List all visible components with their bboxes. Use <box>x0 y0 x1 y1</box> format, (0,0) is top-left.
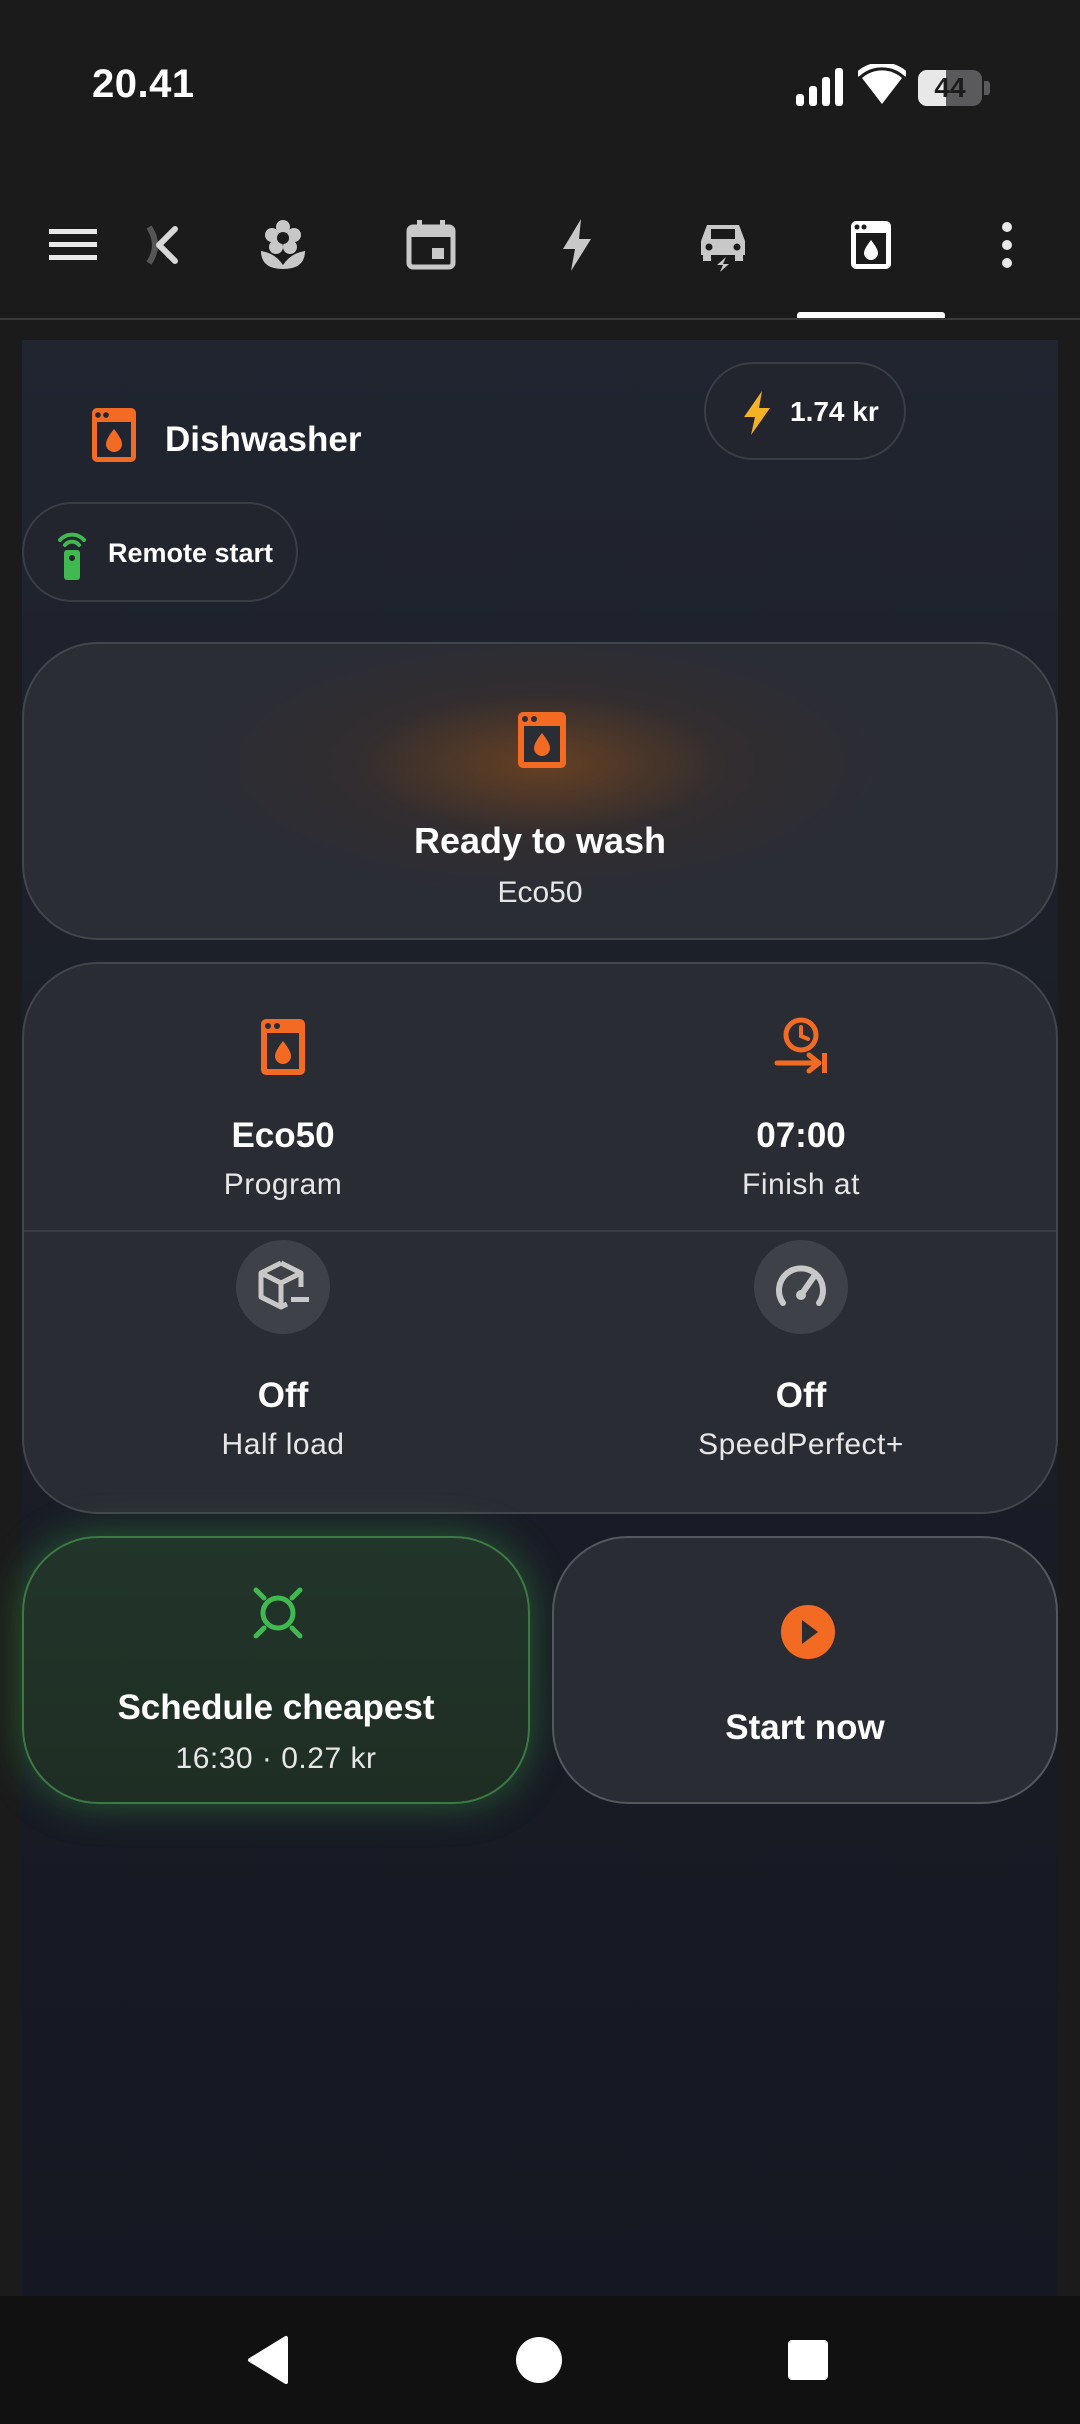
half-load-value: Off <box>257 1376 309 1415</box>
dishwasher-icon <box>518 712 566 768</box>
start-title: Start now <box>725 1708 885 1747</box>
schedule-detail: 16:30 · 0.27 kr <box>175 1742 377 1775</box>
speed-value: Off <box>775 1376 827 1415</box>
schedule-cheapest-icon <box>253 1587 303 1639</box>
half-load-setting[interactable]: Off Half load <box>24 1240 542 1512</box>
speedometer-icon <box>776 1265 826 1306</box>
program-label: Program <box>223 1168 343 1201</box>
program-value: Eco50 <box>231 1116 335 1155</box>
tab-back[interactable] <box>118 200 208 290</box>
wifi-icon <box>858 64 906 104</box>
status-title: Ready to wash <box>413 820 667 861</box>
finish-value: 07:00 <box>756 1116 846 1155</box>
more-options-button[interactable] <box>962 200 1052 290</box>
half-load-label: Half load <box>221 1428 345 1461</box>
program-setting[interactable]: Eco50 Program <box>24 964 542 1240</box>
half-load-box-icon <box>258 1260 309 1310</box>
nav-recents-button[interactable] <box>766 2318 850 2402</box>
remote-control-icon <box>58 532 86 580</box>
speedperfect-setting[interactable]: Off SpeedPerfect+ <box>542 1240 1056 1512</box>
schedule-title: Schedule cheapest <box>117 1688 435 1727</box>
recents-square-icon <box>788 2340 828 2380</box>
nav-back-button[interactable] <box>228 2318 312 2402</box>
grid-divider <box>24 1230 1056 1232</box>
lightning-icon <box>563 219 591 271</box>
tab-selected-indicator <box>797 312 945 318</box>
flower-icon <box>261 220 305 269</box>
tab-car[interactable] <box>678 200 768 290</box>
home-circle-icon <box>516 2337 562 2383</box>
back-chevron-icon <box>146 225 178 265</box>
dishwasher-panel: Dishwasher 1.74 kr Remote start Ready to… <box>22 340 1058 2296</box>
remote-start-chip[interactable]: Remote start <box>22 502 298 602</box>
dishwasher-icon <box>851 221 891 269</box>
calendar-icon <box>406 220 456 270</box>
more-vert-icon <box>1002 222 1012 268</box>
price-chip[interactable]: 1.74 kr <box>704 362 906 460</box>
half-load-icon-wrap <box>236 1240 330 1334</box>
tab-garden[interactable] <box>238 200 328 290</box>
dishwasher-icon <box>261 1019 305 1075</box>
nav-home-button[interactable] <box>497 2318 581 2402</box>
speed-label: SpeedPerfect+ <box>698 1428 904 1461</box>
car-charging-icon <box>701 225 745 272</box>
battery-indicator: 44 <box>918 70 990 106</box>
status-time: 20.41 <box>92 62 195 106</box>
status-bar: 20.41 44 <box>0 0 1080 170</box>
start-now-button[interactable]: Start now <box>552 1536 1058 1804</box>
status-card: Ready to wash Eco50 <box>22 642 1058 940</box>
schedule-cheapest-button[interactable]: Schedule cheapest 16:30 · 0.27 kr <box>22 1536 530 1804</box>
finish-icon-wrap <box>754 1000 848 1094</box>
remote-start-label: Remote start <box>108 538 274 568</box>
play-icon <box>781 1605 835 1659</box>
device-title: Dishwasher <box>165 420 362 459</box>
lightning-icon <box>744 391 770 435</box>
system-nav-bar <box>0 2296 1080 2424</box>
dishwasher-icon <box>92 408 136 462</box>
cell-signal-icon <box>796 68 843 106</box>
back-triangle-icon <box>248 2336 288 2384</box>
finish-label: Finish at <box>742 1168 860 1201</box>
status-program: Eco50 <box>497 876 583 909</box>
speed-icon-wrap <box>754 1240 848 1334</box>
menu-icon <box>49 229 97 260</box>
tab-energy[interactable] <box>532 200 622 290</box>
battery-level: 44 <box>934 72 966 103</box>
finish-time-setting[interactable]: 07:00 Finish at <box>542 964 1056 1240</box>
tab-dishwasher[interactable] <box>826 200 916 290</box>
timer-arrow-icon <box>774 1017 827 1074</box>
settings-grid: Eco50 Program 07:00 Finish at Off Half l… <box>22 962 1058 1514</box>
app-tab-bar <box>0 170 1080 320</box>
price-value: 1.74 kr <box>790 396 879 427</box>
tab-calendar[interactable] <box>386 200 476 290</box>
program-icon-wrap <box>236 1000 330 1094</box>
menu-button[interactable] <box>28 200 118 290</box>
